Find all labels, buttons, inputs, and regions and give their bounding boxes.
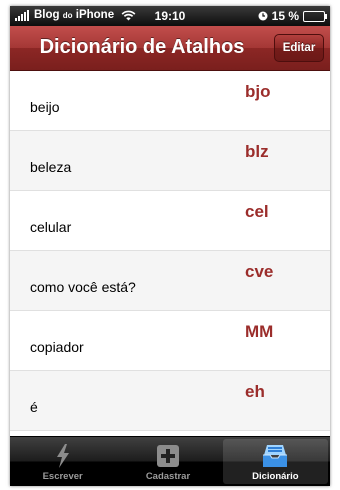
phone-screen: Blog do iPhone 19:10 15 % Dicionário de … xyxy=(10,6,330,486)
entry-shortcut: MM xyxy=(245,322,274,341)
entry-phrase: como você está? xyxy=(30,279,136,295)
list-item[interactable]: como você está? cve xyxy=(10,251,330,311)
tab-dicionario[interactable]: Dicionário xyxy=(222,439,328,484)
tab-label: Escrever xyxy=(42,471,83,482)
battery-percent: 15 % xyxy=(271,9,299,23)
entry-phrase: celular xyxy=(30,219,72,235)
status-bar: Blog do iPhone 19:10 15 % xyxy=(10,6,330,26)
battery-icon xyxy=(303,10,327,22)
dictionary-list: beijo bjo beleza blz celular cel como vo… xyxy=(10,71,330,436)
entry-phrase: beleza xyxy=(30,159,72,175)
list-item[interactable]: beleza blz xyxy=(10,131,330,191)
entry-shortcut: blz xyxy=(245,142,269,161)
entry-phrase: é xyxy=(30,399,38,415)
tab-cadastrar[interactable]: Cadastrar xyxy=(115,437,220,486)
tab-label: Dicionário xyxy=(252,471,299,482)
entry-shortcut: cve xyxy=(245,262,274,281)
entry-phrase: beijo xyxy=(30,99,60,115)
status-right: 15 % xyxy=(258,9,327,23)
inbox-tray-icon xyxy=(261,444,289,468)
entry-phrase: copiador xyxy=(30,339,84,355)
list-item[interactable]: beijo bjo xyxy=(10,71,330,131)
page-title: Dicionário de Atalhos xyxy=(39,36,245,58)
navigation-bar: Dicionário de Atalhos Editar xyxy=(10,26,330,71)
lightning-icon xyxy=(49,444,77,468)
edit-button[interactable]: Editar xyxy=(274,34,324,62)
list-item[interactable]: é eh xyxy=(10,371,330,431)
list-item[interactable]: celular cel xyxy=(10,191,330,251)
tab-label: Cadastrar xyxy=(145,471,191,482)
list-item[interactable]: copiador MM xyxy=(10,311,330,371)
entry-shortcut: eh xyxy=(245,382,265,401)
entry-shortcut: cel xyxy=(245,202,269,221)
add-icon xyxy=(154,444,182,468)
tab-escrever[interactable]: Escrever xyxy=(10,437,115,486)
tab-bar: Escrever Cadastrar Dicionário xyxy=(10,437,330,486)
entry-shortcut: bjo xyxy=(245,82,271,101)
clock-icon xyxy=(258,11,268,21)
